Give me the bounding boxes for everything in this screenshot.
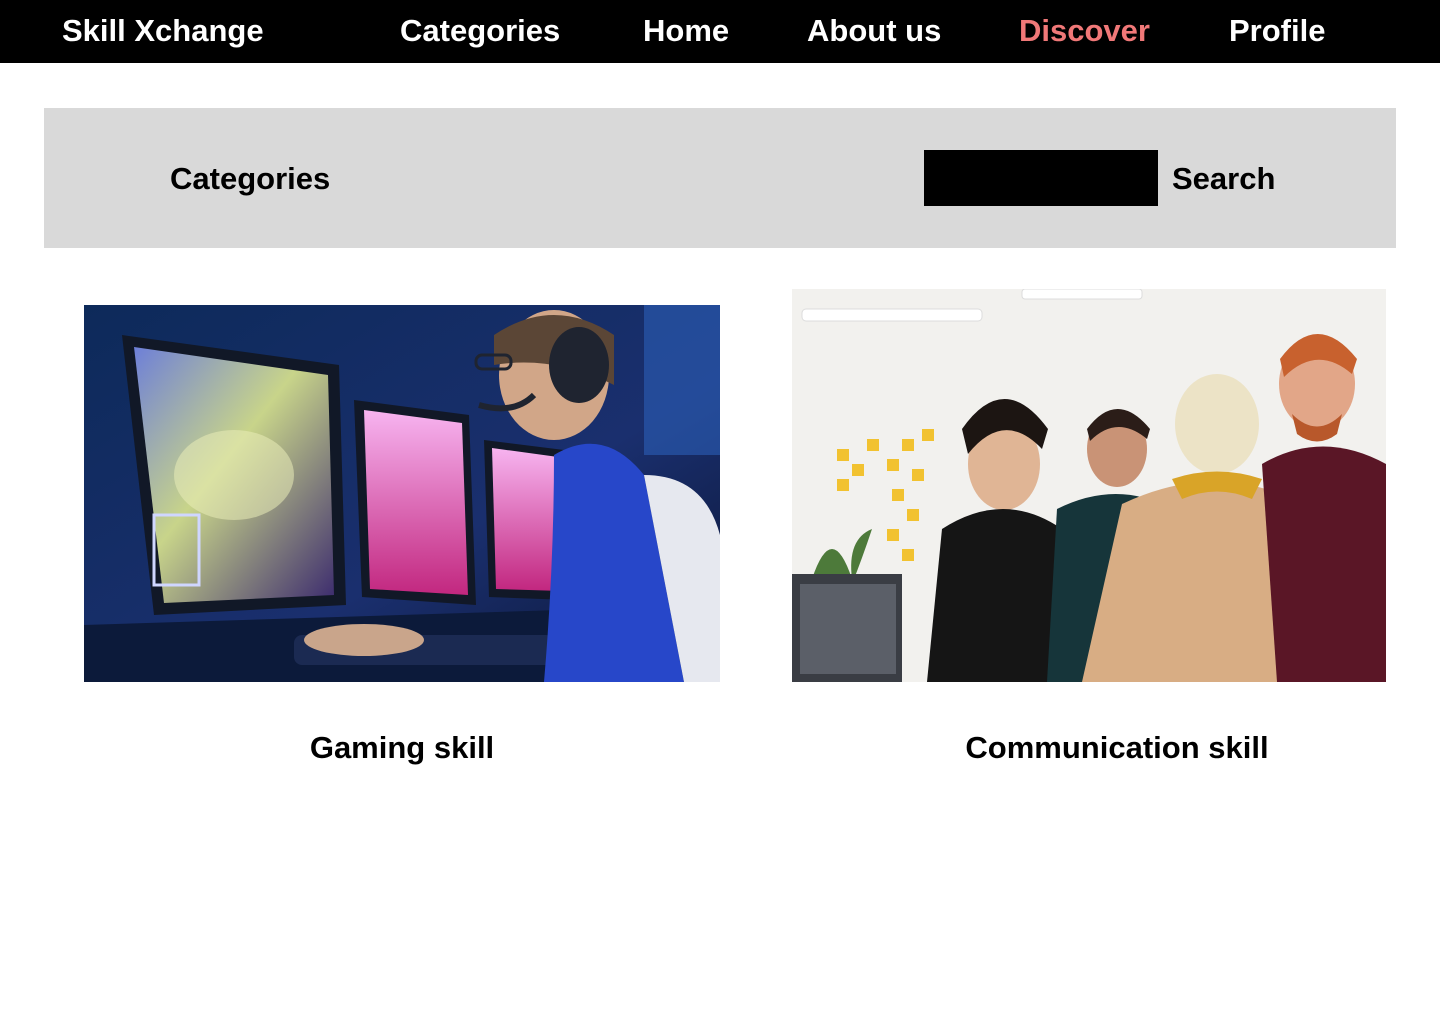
gaming-skill-image[interactable] — [84, 305, 720, 682]
top-navbar: Skill Xchange Categories Home About us D… — [0, 0, 1440, 63]
categories-search-banner: Categories Search — [44, 108, 1396, 248]
brand-logo-link[interactable]: Skill Xchange — [62, 12, 264, 50]
banner-title: Categories — [170, 161, 331, 196]
communication-skill-title[interactable]: Communication skill — [820, 729, 1414, 767]
gaming-photo-illustration — [84, 305, 720, 682]
search-input[interactable] — [924, 150, 1158, 206]
nav-item-discover[interactable]: Discover — [1019, 12, 1150, 50]
nav-item-about-us[interactable]: About us — [807, 12, 941, 50]
search-button[interactable]: Search — [1172, 160, 1275, 198]
communication-skill-image[interactable] — [792, 289, 1386, 682]
nav-item-profile[interactable]: Profile — [1229, 12, 1325, 50]
team-meeting-photo-illustration — [792, 289, 1386, 682]
nav-item-categories[interactable]: Categories — [400, 12, 560, 50]
nav-item-home[interactable]: Home — [643, 12, 729, 50]
gaming-skill-title[interactable]: Gaming skill — [84, 729, 720, 767]
